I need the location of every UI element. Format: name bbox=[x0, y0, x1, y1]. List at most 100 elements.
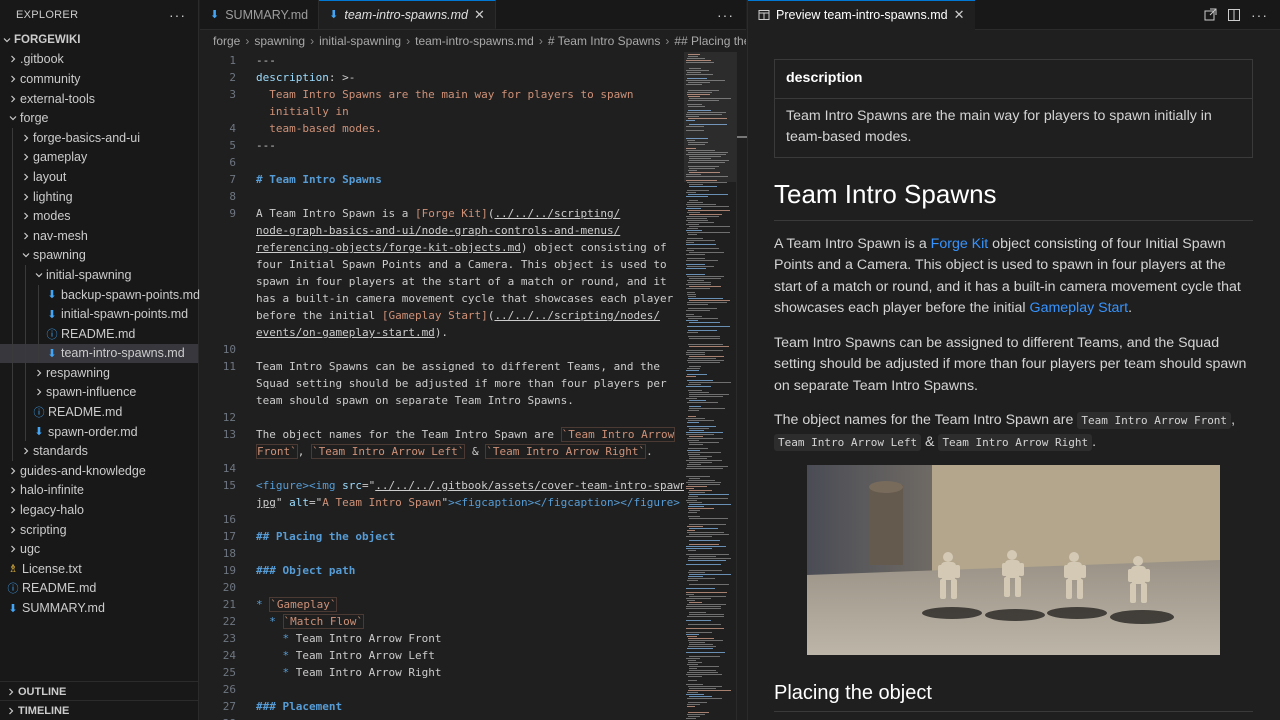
tab-preview[interactable]: Preview team-intro-spawns.md ✕ bbox=[748, 0, 975, 30]
tree-item[interactable]: scripting bbox=[0, 520, 198, 540]
line-number: 17 bbox=[222, 530, 236, 543]
code-line: description: >- bbox=[256, 69, 355, 86]
link-forge-kit[interactable]: Forge Kit bbox=[931, 236, 989, 252]
tree-item[interactable]: guides-and-knowledge bbox=[0, 461, 198, 481]
minimap-line bbox=[689, 430, 704, 431]
code-line: referencing-objects/forge-kit-objects.md… bbox=[256, 239, 667, 256]
minimap-line bbox=[687, 502, 702, 503]
tree-item[interactable]: ⓘ README.md bbox=[0, 323, 198, 344]
code-token: events/on-gameplay-start.md bbox=[256, 326, 435, 339]
tree-item[interactable]: standards bbox=[0, 441, 198, 462]
tree-item-label: guides-and-knowledge bbox=[20, 463, 146, 478]
minimap-line bbox=[689, 442, 719, 443]
tree-item[interactable]: community bbox=[0, 69, 198, 89]
tree-item[interactable]: initial-spawning bbox=[0, 265, 198, 285]
code-token: Squad setting should be adjusted if more… bbox=[256, 377, 667, 390]
tree-item[interactable]: spawning bbox=[0, 245, 198, 266]
team-intro-spawn-image bbox=[807, 465, 1220, 655]
tree-item[interactable]: gameplay bbox=[0, 147, 198, 168]
tree-item[interactable]: modes bbox=[0, 206, 198, 226]
minimap-viewport[interactable] bbox=[684, 52, 736, 182]
tree-item[interactable]: external-tools bbox=[0, 89, 198, 109]
line-number: 9 bbox=[229, 207, 236, 220]
tree-item[interactable]: ⓘ README.md bbox=[0, 579, 198, 599]
link-gameplay-start[interactable]: Gameplay Start bbox=[1030, 300, 1129, 316]
code-line: Team Intro Spawns are the main way for p… bbox=[256, 86, 633, 103]
code-line: team should spawn on separate Team Intro… bbox=[256, 392, 574, 409]
minimap-line bbox=[688, 222, 714, 223]
outline-section[interactable]: OUTLINE bbox=[0, 681, 198, 701]
tree-item-label: team-intro-spawns.md bbox=[61, 346, 185, 361]
minimap-line bbox=[688, 318, 718, 319]
close-icon[interactable]: ✕ bbox=[954, 7, 965, 23]
tree-item[interactable]: ⬇ SUMMARY.md bbox=[0, 598, 198, 618]
code-token: * bbox=[256, 615, 283, 628]
preview-more-button[interactable]: ··· bbox=[1251, 7, 1268, 23]
code-token: * bbox=[256, 632, 296, 645]
minimap-line bbox=[686, 268, 706, 269]
tree-item[interactable]: ugc bbox=[0, 539, 198, 559]
tree-item[interactable]: ⬇ team-intro-spawns.md bbox=[0, 343, 198, 364]
minimap-line bbox=[686, 718, 696, 719]
indent-guide bbox=[12, 147, 13, 168]
minimap-line bbox=[688, 638, 714, 639]
explorer-more-button[interactable]: ··· bbox=[169, 7, 186, 23]
minimap-line bbox=[689, 534, 729, 535]
code-token: ../../../scripting/nodes/ bbox=[494, 309, 661, 322]
breadcrumb-item[interactable]: forge bbox=[213, 34, 240, 48]
breadcrumb-item[interactable]: # Team Intro Spawns bbox=[548, 34, 661, 48]
line-number: 27 bbox=[222, 700, 236, 713]
markdown-file-icon: ⬇ bbox=[329, 9, 339, 21]
tree-item[interactable]: ⓘ README.md bbox=[0, 402, 198, 422]
tree-item[interactable]: spawn-influence bbox=[0, 382, 198, 403]
tree-item[interactable]: forge bbox=[0, 108, 198, 128]
editor-scrollbar[interactable] bbox=[736, 52, 747, 720]
tree-item[interactable]: respawning bbox=[0, 363, 198, 383]
minimap-line bbox=[686, 620, 711, 621]
minimap-line bbox=[687, 294, 696, 295]
tree-item-label: README.md bbox=[48, 405, 123, 420]
tree-item[interactable]: ⬇ backup-spawn-points.md bbox=[0, 284, 200, 305]
breadcrumb-item[interactable]: team-intro-spawns.md bbox=[415, 34, 534, 48]
minimap-line bbox=[687, 332, 698, 333]
tree-item[interactable]: layout bbox=[0, 167, 198, 187]
minimap-line bbox=[687, 182, 727, 183]
tree-item[interactable]: ⬇ spawn-order.md bbox=[0, 421, 198, 442]
line-number: 24 bbox=[222, 649, 236, 662]
chevron-right-icon bbox=[6, 544, 20, 554]
tab-team-intro-spawns[interactable]: ⬇ team-intro-spawns.md ✕ bbox=[319, 0, 496, 29]
close-icon[interactable]: ✕ bbox=[474, 7, 485, 23]
breadcrumb-item[interactable]: ## Placing the object bbox=[674, 34, 746, 48]
minimap[interactable] bbox=[684, 52, 736, 720]
tab-summary[interactable]: ⬇ SUMMARY.md bbox=[200, 0, 320, 29]
tree-item-label: gameplay bbox=[33, 150, 88, 165]
tree-item[interactable]: nav-mesh bbox=[0, 225, 198, 246]
minimap-line bbox=[689, 428, 709, 429]
tree-item[interactable]: ⬇ initial-spawn-points.md bbox=[0, 304, 198, 324]
timeline-label: TIMELINE bbox=[18, 704, 70, 717]
tree-item[interactable]: forge-basics-and-ui bbox=[0, 127, 198, 148]
tree-item-label: standards bbox=[33, 444, 88, 459]
tree-item[interactable]: ♗ License.txt bbox=[0, 559, 198, 579]
indent-guide bbox=[12, 441, 13, 462]
split-editor-icon[interactable] bbox=[1227, 8, 1241, 22]
code-editor[interactable]: 1 --- 2 description: >- 3 Team Intro Spawns … bbox=[200, 52, 684, 720]
tree-item[interactable]: halo-infinite bbox=[0, 481, 198, 501]
timeline-section[interactable]: TIMELINE bbox=[0, 700, 198, 720]
minimap-line bbox=[688, 362, 720, 363]
breadcrumb-item[interactable]: initial-spawning bbox=[319, 34, 401, 48]
code-token: ### Object path bbox=[256, 564, 356, 577]
minimap-line bbox=[686, 260, 718, 261]
breadcrumb-item[interactable]: spawning bbox=[254, 34, 305, 48]
tree-root-forgewiki[interactable]: FORGEWIKI bbox=[0, 30, 198, 50]
code-token: jpg bbox=[256, 496, 276, 509]
editor-more-button[interactable]: ··· bbox=[717, 7, 734, 23]
scrollbar-thumb[interactable] bbox=[737, 136, 747, 138]
chevron-right-icon bbox=[6, 74, 20, 84]
tree-item[interactable]: .gitbook bbox=[0, 50, 198, 70]
tree-item[interactable]: lighting bbox=[0, 186, 198, 207]
tree-item[interactable]: legacy-halo bbox=[0, 500, 198, 520]
explorer-header: EXPLORER ··· bbox=[0, 0, 198, 30]
open-source-icon[interactable] bbox=[1203, 8, 1217, 22]
minimap-line bbox=[687, 232, 730, 233]
